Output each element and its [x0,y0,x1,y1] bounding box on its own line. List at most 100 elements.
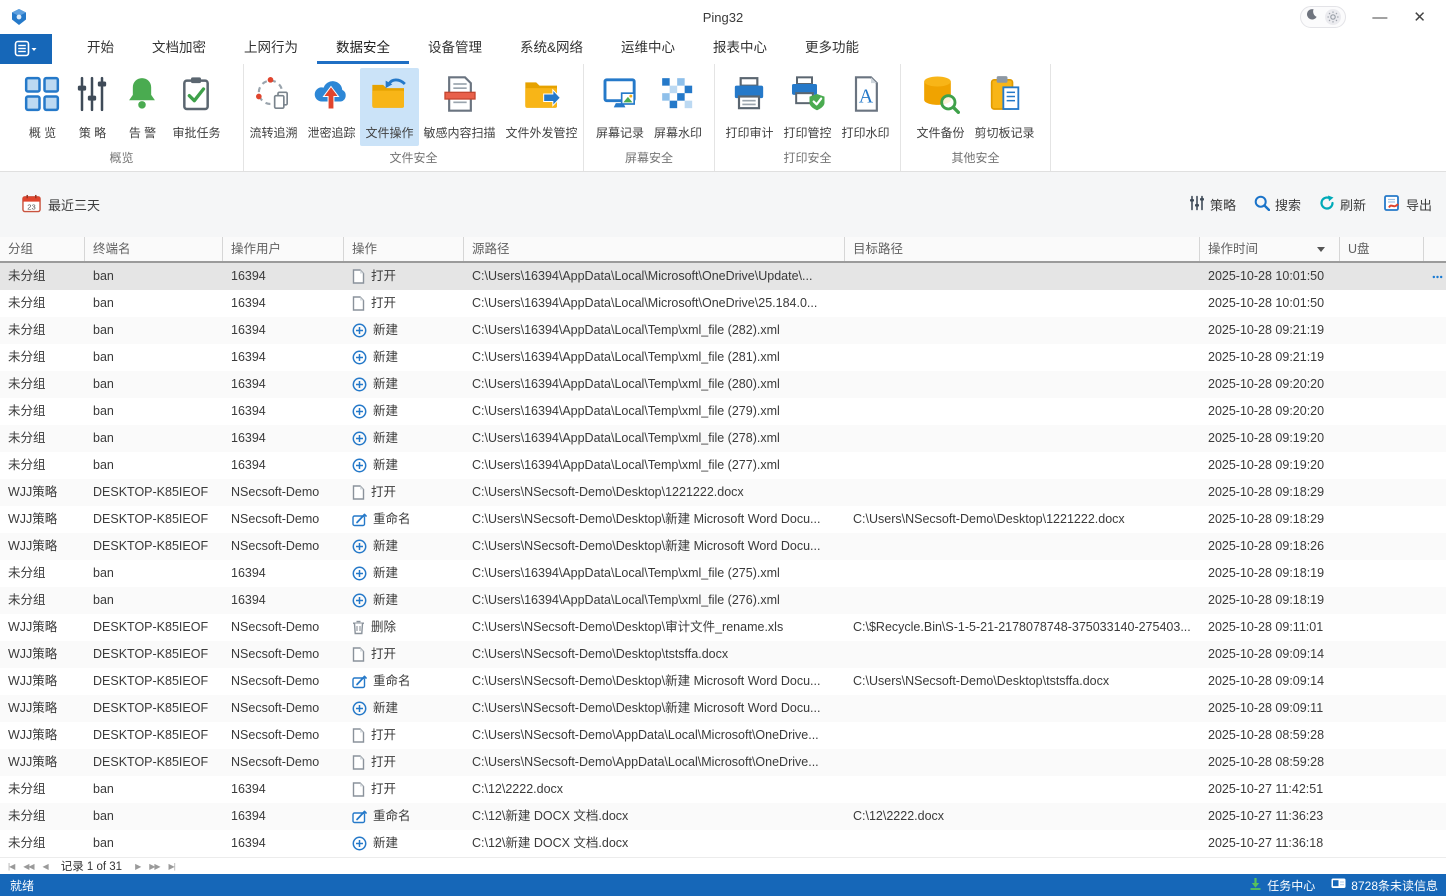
ribbon-button[interactable]: 审批任务 [167,68,225,146]
search-button[interactable]: 搜索 [1254,195,1301,214]
row-actions-button[interactable] [1424,263,1446,290]
table-row[interactable]: WJJ策略DESKTOP-K85IEOFNSecsoft-Demo删除C:\Us… [0,614,1446,641]
ribbon-button[interactable]: 剪切板记录 [970,68,1040,146]
cell-user: 16394 [223,425,344,452]
task-center-button[interactable]: 任务中心 [1249,877,1315,894]
table-row[interactable]: 未分组ban16394新建C:\Users\16394\AppData\Loca… [0,371,1446,398]
overview-icon [22,74,62,119]
close-button[interactable]: ✕ [1413,10,1426,25]
table-row[interactable]: WJJ策略DESKTOP-K85IEOFNSecsoft-Demo打开C:\Us… [0,641,1446,668]
column-header[interactable]: 目标路径 [845,237,1200,261]
table-row[interactable]: WJJ策略DESKTOP-K85IEOFNSecsoft-Demo重命名C:\U… [0,668,1446,695]
table-row[interactable]: 未分组ban16394新建C:\Users\16394\AppData\Loca… [0,317,1446,344]
ribbon-tab[interactable]: 运维中心 [602,34,694,64]
column-header[interactable]: 操作用户 [223,237,344,261]
table-row[interactable]: 未分组ban16394新建C:\12\新建 DOCX 文档.docx2025-1… [0,830,1446,857]
ribbon-button[interactable]: 策 略 [67,68,117,146]
ribbon-tab[interactable]: 报表中心 [694,34,786,64]
ribbon-tab[interactable]: 上网行为 [225,34,317,64]
table-row[interactable]: 未分组ban16394新建C:\Users\16394\AppData\Loca… [0,344,1446,371]
column-header[interactable]: 操作 [344,237,464,261]
ribbon-group: 流转追溯泄密追踪文件操作敏感内容扫描文件外发管控文件安全 [244,64,584,171]
ribbon-button[interactable]: 敏感内容扫描 [419,68,501,146]
cell-group: 未分组 [0,425,85,452]
table-header: 分组终端名 操作用户操作源路径目标路径操作时间U盘 [0,237,1446,263]
ribbon-button[interactable]: 文件外发管控 [501,68,583,146]
table-row[interactable]: 未分组ban16394新建C:\Users\16394\AppData\Loca… [0,425,1446,452]
table-row[interactable]: 未分组ban16394打开C:\Users\16394\AppData\Loca… [0,263,1446,290]
ribbon-button[interactable]: 泄密追踪 [302,68,360,146]
cell-usb [1340,425,1424,452]
ribbon-button[interactable]: 文件备份 [911,68,969,146]
export-button[interactable]: 导出 [1384,195,1432,214]
column-header[interactable]: U盘 [1340,237,1424,261]
table-row[interactable]: WJJ策略DESKTOP-K85IEOFNSecsoft-Demo新建C:\Us… [0,533,1446,560]
table-row[interactable]: 未分组ban16394新建C:\Users\16394\AppData\Loca… [0,560,1446,587]
ribbon-tab[interactable]: 系统&网络 [501,34,602,64]
status-text: 就绪 [0,877,34,894]
svg-text:A: A [858,85,873,107]
cell-time: 2025-10-28 09:20:20 [1200,371,1340,398]
cell-operation: 新建 [344,587,464,614]
ribbon-tab[interactable]: 文档加密 [133,34,225,64]
trace-icon [253,74,293,119]
fast-prev-button[interactable]: ◀◀ [23,862,33,871]
cell-terminal: ban [85,263,223,290]
last-page-button[interactable]: ▶| [169,862,175,871]
next-page-button[interactable]: ▶ [135,862,140,871]
table-row[interactable]: WJJ策略DESKTOP-K85IEOFNSecsoft-Demo打开C:\Us… [0,479,1446,506]
column-header[interactable]: 终端名 [85,237,223,261]
prev-page-button[interactable]: ◀ [43,862,48,871]
column-header[interactable]: 源路径 [464,237,845,261]
ribbon-button[interactable]: 屏幕水印 [649,68,707,146]
alert-icon [122,74,162,119]
scrollbar-strip[interactable] [1424,237,1446,261]
table-row[interactable]: WJJ策略DESKTOP-K85IEOFNSecsoft-Demo重命名C:\U… [0,506,1446,533]
policy-filter-button[interactable]: 策略 [1189,195,1236,214]
ribbon-button[interactable]: 文件操作 [360,68,418,146]
table-row[interactable]: 未分组ban16394打开C:\12\2222.docx2025-10-27 1… [0,776,1446,803]
date-range-filter[interactable]: 23 最近三天 [22,194,100,216]
column-header[interactable]: 操作时间 [1200,237,1340,261]
table-row[interactable]: WJJ策略DESKTOP-K85IEOFNSecsoft-Demo新建C:\Us… [0,695,1446,722]
table-row[interactable]: 未分组ban16394新建C:\Users\16394\AppData\Loca… [0,452,1446,479]
fast-next-button[interactable]: ▶▶ [149,862,159,871]
ribbon-tab[interactable]: 数据安全 [317,34,409,64]
table-row[interactable]: WJJ策略DESKTOP-K85IEOFNSecsoft-Demo打开C:\Us… [0,722,1446,749]
theme-toggle[interactable] [1300,6,1346,28]
minimize-button[interactable]: — [1372,10,1387,25]
ribbon-button[interactable]: 打印管控 [778,68,836,146]
operation-label: 打开 [371,776,396,803]
unread-messages-button[interactable]: 8728条未读信息 [1331,877,1438,894]
table-row[interactable]: 未分组ban16394重命名C:\12\新建 DOCX 文档.docxC:\12… [0,803,1446,830]
new-file-icon [352,377,367,392]
cell-operation: 打开 [344,776,464,803]
cell-group: 未分组 [0,452,85,479]
table-row[interactable]: 未分组ban16394打开C:\Users\16394\AppData\Loca… [0,290,1446,317]
ribbon-button[interactable]: 告 警 [117,68,167,146]
table-row[interactable]: WJJ策略DESKTOP-K85IEOFNSecsoft-Demo打开C:\Us… [0,749,1446,776]
ribbon-button[interactable]: 打印审计 [720,68,778,146]
ribbon-button[interactable]: A打印水印 [837,68,895,146]
ribbon-button[interactable]: 屏幕记录 [591,68,649,146]
ribbon-tab[interactable]: 更多功能 [786,34,878,64]
cell-usb [1340,263,1424,290]
refresh-button[interactable]: 刷新 [1319,195,1366,214]
refresh-icon [1319,195,1335,214]
cell-time: 2025-10-28 09:21:19 [1200,344,1340,371]
ribbon-button[interactable]: 概 览 [17,68,67,146]
cell-source-path: C:\Users\16394\AppData\Local\Temp\xml_fi… [464,452,845,479]
ribbon-button[interactable]: 流转追溯 [244,68,302,146]
ribbon-button-label: 告 警 [129,124,156,141]
ribbon-tab[interactable]: 设备管理 [409,34,501,64]
cell-time: 2025-10-28 09:09:11 [1200,695,1340,722]
table-row[interactable]: 未分组ban16394新建C:\Users\16394\AppData\Loca… [0,398,1446,425]
column-header[interactable]: 分组 [0,237,85,261]
ribbon-tab[interactable]: 开始 [68,34,133,64]
column-header-label: 终端名 [93,237,131,261]
operation-label: 打开 [371,479,396,506]
table-row[interactable]: 未分组ban16394新建C:\Users\16394\AppData\Loca… [0,587,1446,614]
first-page-button[interactable]: |◀ [8,862,14,871]
app-menu-button[interactable] [0,34,52,64]
ribbon-button-label: 敏感内容扫描 [424,124,496,141]
